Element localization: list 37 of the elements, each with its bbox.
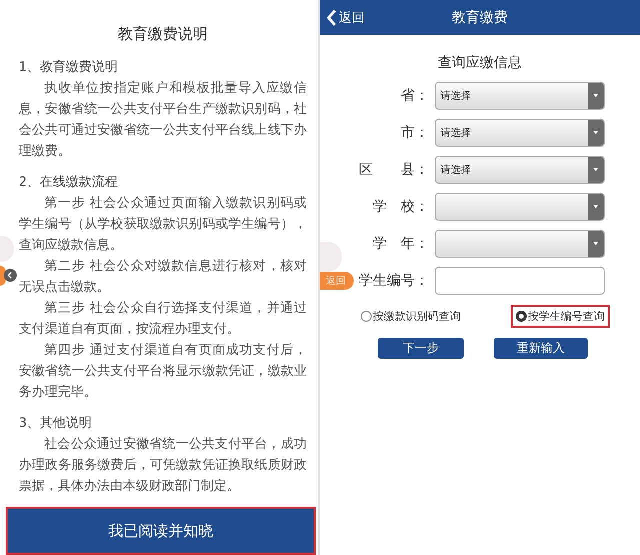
select-field[interactable]: 请选择 [435, 156, 605, 184]
confirm-button[interactable]: 我已阅读并知晓 [6, 507, 316, 555]
section-heading: 1、教育缴费说明 [19, 58, 120, 77]
paragraph: 社会公众通过安徽省统一公共支付平台，成功办理政务服务缴费后，可凭缴款凭证换取纸质财政票据，具体办法由本级财政部门制定。 [19, 436, 307, 496]
section-heading: 2、在线缴款流程 [19, 174, 120, 192]
radio-option[interactable]: 按学生编号查询 [511, 305, 610, 328]
field-label: 区 县： [358, 161, 429, 179]
action-button[interactable]: 重新输入 [494, 338, 588, 359]
form-title: 查询应缴信息 [437, 54, 523, 72]
action-button[interactable]: 下一步 [378, 338, 464, 359]
paragraph: 第四步 通过支付渠道自有页面成功支付后，安徽省统一公共支付平台将显示缴款凭证，缴款业务办理完毕。 [19, 342, 307, 402]
header-title: 教育缴费 [452, 10, 508, 26]
paragraph: 第一步 社会公众通过页面输入缴款识别码或学生编号（从学校获取缴款识别码或学生编号），查询应缴款信息。 [19, 195, 307, 255]
select-field[interactable]: 请选择 [435, 119, 605, 147]
select-field[interactable] [435, 230, 605, 258]
field-label: 学 校： [372, 198, 429, 216]
caret-icon [588, 83, 604, 109]
notice-title: 教育缴费说明 [117, 24, 209, 45]
input-field[interactable] [435, 267, 605, 295]
field-label: 省： [400, 87, 429, 105]
section-heading: 3、其他说明 [19, 415, 94, 433]
paragraph: 第三步 社会公众自行选择支付渠道，并通过支付渠道自有页面，按流程办理支付。 [19, 300, 307, 339]
back-button[interactable]: 返回 [320, 8, 371, 28]
caret-icon [588, 231, 604, 257]
radio-option[interactable]: 按缴款识别码查询 [356, 305, 466, 328]
select-field[interactable] [435, 193, 605, 221]
paragraph: 第二步 社会公众对缴款信息进行核对，核对无误点击缴款。 [19, 258, 307, 297]
chevron-left-icon [326, 8, 337, 26]
caret-icon [588, 120, 604, 146]
field-label: 学 年： [372, 235, 429, 253]
caret-icon [588, 194, 604, 220]
caret-icon [588, 157, 604, 183]
select-field[interactable]: 请选择 [435, 82, 605, 110]
back-icon[interactable] [4, 269, 17, 282]
field-label: 市： [400, 124, 429, 142]
paragraph: 执收单位按指定账户和模板批量导入应缴信息，安徽省统一公共支付平台生产缴款识别码，社会公共可通过安徽省统一公共支付平台线上线下办理缴费。 [19, 80, 307, 161]
field-label: 学生编号： [358, 272, 429, 290]
